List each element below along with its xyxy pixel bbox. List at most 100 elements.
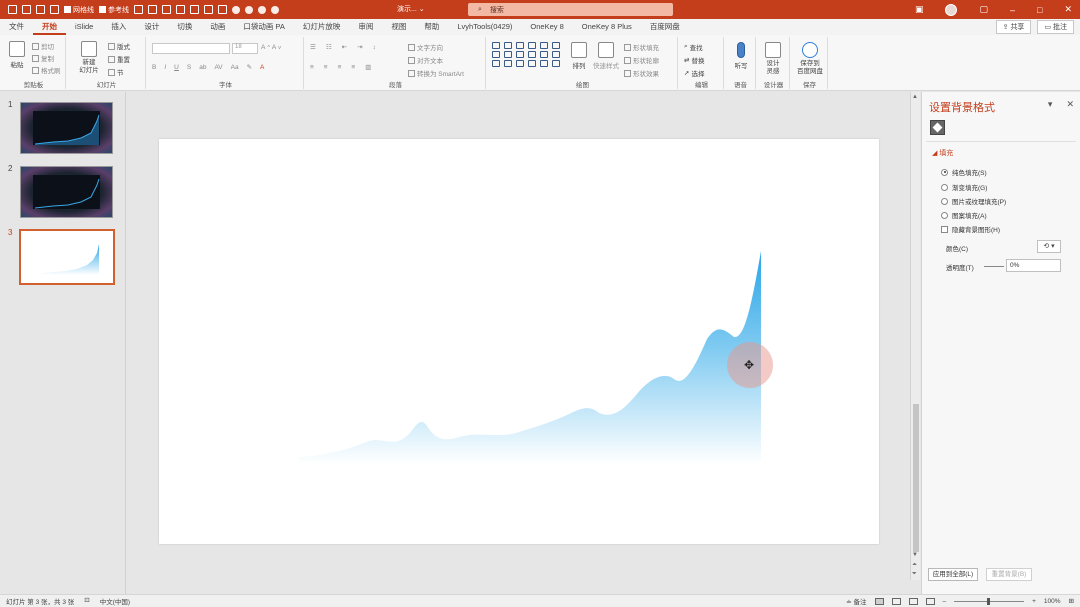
italic-button[interactable]: I (164, 64, 166, 71)
shadow-button[interactable]: S (187, 64, 191, 71)
guides-toggle[interactable]: 参考线 (99, 5, 129, 15)
reset-background-button[interactable]: 重置背景(B) (986, 568, 1032, 581)
spacing-button[interactable]: AV (214, 64, 222, 71)
shape-icon[interactable] (540, 60, 548, 67)
next-slide-icon[interactable]: ⏷ (912, 571, 917, 578)
find-button[interactable]: ⌕ 查找 (684, 42, 703, 52)
fill-option-4[interactable]: 隐藏背景图形(H) (941, 224, 1000, 234)
close-icon[interactable]: ✕ (1064, 4, 1072, 15)
shape-icon[interactable] (528, 60, 536, 67)
save-icon[interactable] (8, 5, 17, 14)
align-text-button[interactable]: 对齐文本 (408, 55, 443, 65)
pane-options-icon[interactable]: ▾ (1048, 99, 1053, 110)
language-indicator[interactable]: 中文(中国) (100, 596, 130, 606)
tab-5[interactable]: 切换 (168, 19, 201, 35)
align-right-icon[interactable] (162, 5, 171, 14)
shape-icon[interactable] (552, 51, 560, 58)
tab-12[interactable]: LvyhTools(0429) (448, 19, 521, 35)
radio-icon[interactable] (941, 197, 948, 205)
zoom-slider[interactable] (954, 597, 1025, 605)
fill-option-0[interactable]: 纯色填充(S) (941, 167, 987, 177)
format-painter-button[interactable]: 格式刷 (32, 65, 61, 75)
grow-font-button[interactable]: A ^ Av (261, 44, 281, 51)
tab-8[interactable]: 幻灯片放映 (294, 19, 350, 35)
numbering-icon[interactable]: ☷ (326, 43, 332, 51)
shape-icon[interactable] (504, 42, 512, 49)
line-spacing-icon[interactable]: ↕ (373, 44, 376, 51)
picture-icon[interactable] (258, 5, 266, 14)
align-bottom-icon[interactable] (218, 5, 227, 14)
maximize-icon[interactable]: □ (1037, 5, 1042, 15)
redo-icon[interactable] (50, 5, 59, 14)
strikethrough-button[interactable]: ab (199, 64, 206, 71)
shape-icon[interactable] (492, 42, 500, 49)
close-icon[interactable]: ✕ (1066, 99, 1074, 110)
ribbon-display-icon[interactable]: ▣ (915, 4, 924, 15)
justify-icon[interactable]: ≡ (351, 64, 355, 71)
from-beginning-icon[interactable] (22, 5, 31, 14)
reset-button[interactable]: 重置 (108, 54, 130, 64)
zoom-in-icon[interactable]: + (1032, 598, 1036, 605)
tab-6[interactable]: 动画 (201, 19, 234, 35)
shape-effects-button[interactable]: 形状效果 (624, 68, 659, 78)
shape-icon[interactable] (552, 60, 560, 67)
scrollbar-thumb[interactable] (913, 404, 919, 552)
fit-slide-icon[interactable]: ⊞ (1069, 597, 1074, 605)
tab-10[interactable]: 视图 (382, 19, 415, 35)
replace-button[interactable]: ⇄ 替换 (684, 55, 704, 65)
align-middle-icon[interactable] (204, 5, 213, 14)
slide-sorter-icon[interactable] (891, 597, 901, 605)
shape-fill-button[interactable]: 形状填充 (624, 42, 659, 52)
arrange-button[interactable]: 排列 (568, 42, 590, 70)
tab-14[interactable]: OneKey 8 Plus (573, 19, 641, 35)
share-button[interactable]: ⇪ 共享 (995, 20, 1032, 34)
shape-icon[interactable] (504, 51, 512, 58)
shape-icon[interactable] (516, 60, 524, 67)
quick-styles-button[interactable]: 快速样式 (592, 42, 620, 70)
slide-thumbnail-2[interactable] (20, 166, 113, 218)
case-button[interactable]: Aa (231, 64, 239, 71)
slide-thumbnail-3[interactable] (19, 229, 115, 285)
fill-option-1[interactable]: 渐变填充(G) (941, 182, 987, 192)
align-center-icon[interactable] (148, 5, 157, 14)
transparency-input[interactable]: 0% (1006, 259, 1061, 272)
tab-0[interactable]: 文件 (0, 19, 33, 35)
save-baidu-button[interactable]: 保存到 百度网盘 (794, 42, 826, 76)
zoom-out-icon[interactable]: – (943, 598, 947, 605)
color-picker-button[interactable]: ⟲ ▾ (1037, 240, 1061, 253)
shape-icon[interactable] (232, 5, 240, 14)
shapes-gallery[interactable] (492, 42, 562, 67)
shape-icon[interactable] (552, 42, 560, 49)
radio-icon[interactable] (941, 211, 948, 219)
dictate-button[interactable]: 听写 (730, 42, 752, 70)
underline-button[interactable]: U (174, 64, 179, 71)
customize-icon[interactable] (271, 5, 279, 14)
shape-icon[interactable] (540, 51, 548, 58)
tab-3[interactable]: 插入 (102, 19, 135, 35)
minimize-icon[interactable]: – (1010, 5, 1015, 15)
copy-button[interactable]: 复制 (32, 53, 54, 63)
highlight-icon[interactable]: ✎ (247, 63, 252, 71)
document-title[interactable]: 演示... ⌄ (397, 4, 425, 14)
columns-icon[interactable]: ▥ (365, 63, 371, 71)
area-chart-shape[interactable] (159, 139, 879, 544)
transparency-slider[interactable] (984, 266, 1004, 267)
radio-icon[interactable] (941, 183, 948, 191)
radio-icon[interactable] (941, 168, 948, 176)
text-direction-button[interactable]: 文字方向 (408, 42, 443, 52)
bullets-icon[interactable]: ☰ (310, 43, 316, 51)
smartart-button[interactable]: 转换为 SmartArt (408, 68, 464, 78)
scroll-down-icon[interactable]: ▼ (912, 552, 918, 558)
zoom-level[interactable]: 100% (1044, 598, 1061, 605)
vertical-scrollbar[interactable]: ▲ ▼ ⏶ ⏷ (910, 92, 920, 580)
search-input[interactable]: ⌕ 搜索 (468, 3, 673, 16)
gridlines-toggle[interactable]: 网格线 (64, 5, 94, 15)
distribute-icon[interactable] (176, 5, 185, 14)
avatar[interactable] (945, 3, 958, 16)
scroll-up-icon[interactable]: ▲ (912, 94, 918, 100)
shape-icon[interactable] (516, 42, 524, 49)
record-icon[interactable] (245, 5, 253, 14)
tab-13[interactable]: OneKey 8 (521, 19, 572, 35)
layout-button[interactable]: 版式 (108, 41, 130, 51)
shape-icon[interactable] (528, 51, 536, 58)
